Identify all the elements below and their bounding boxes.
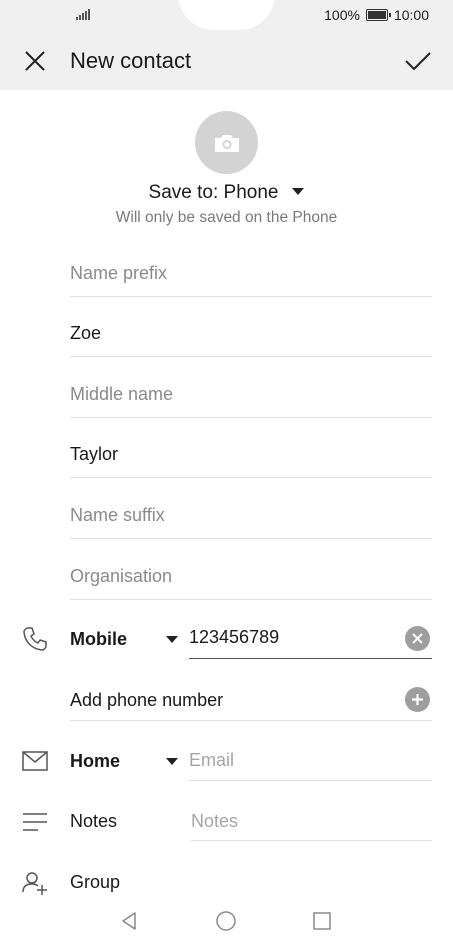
phone-type-caret-icon[interactable] — [166, 636, 178, 643]
nav-back-button[interactable] — [116, 908, 142, 934]
phone-type-selector[interactable]: Mobile — [70, 629, 127, 650]
notes-placeholder: Notes — [191, 811, 239, 831]
add-phone-number-row[interactable]: Add phone number — [70, 680, 432, 721]
status-time: 10:00 — [393, 7, 429, 23]
check-icon — [405, 52, 431, 71]
notes-icon — [20, 807, 50, 837]
nav-home-button[interactable] — [213, 908, 239, 934]
name-suffix-field[interactable]: Name suffix — [70, 494, 432, 539]
name-prefix-placeholder: Name prefix — [70, 263, 168, 283]
camera-notch — [178, 0, 275, 30]
last-name-value: Taylor — [70, 444, 119, 464]
app-header: New contact — [0, 32, 453, 90]
home-circle-icon — [216, 911, 236, 931]
middle-name-placeholder: Middle name — [70, 384, 174, 404]
notes-label: Notes — [70, 811, 118, 831]
signal-icon — [76, 9, 90, 20]
back-triangle-icon — [122, 912, 136, 930]
organisation-field[interactable]: Organisation — [70, 555, 432, 600]
status-bar: 100% 10:00 — [0, 0, 453, 32]
battery-percent: 100% — [324, 7, 360, 23]
add-phone-number-label: Add phone number — [70, 690, 224, 710]
email-type-selector[interactable]: Home — [70, 751, 120, 772]
phone-icon — [20, 624, 50, 654]
status-right: 100% 10:00 — [324, 7, 429, 23]
phone-number-input[interactable]: 123456789 — [189, 620, 432, 659]
system-nav-bar — [0, 900, 453, 942]
dropdown-caret-icon — [292, 188, 305, 195]
save-to-note: Will only be saved on the Phone — [115, 209, 338, 226]
save-to-label: Save to: Phone — [148, 182, 279, 203]
phone-number-value: 123456789 — [189, 627, 280, 647]
group-icon — [20, 868, 50, 898]
nav-recents-button[interactable] — [309, 908, 335, 934]
recents-square-icon — [313, 912, 331, 930]
organisation-placeholder: Organisation — [70, 566, 173, 586]
clear-icon — [412, 633, 423, 644]
camera-icon — [214, 134, 239, 152]
add-photo-button[interactable] — [195, 111, 258, 174]
middle-name-field[interactable]: Middle name — [70, 373, 432, 418]
close-button[interactable] — [20, 46, 50, 76]
email-placeholder: Email — [189, 750, 235, 770]
first-name-field[interactable]: Zoe — [70, 312, 432, 357]
save-button[interactable] — [403, 46, 433, 76]
page-title: New contact — [70, 48, 192, 73]
clear-phone-button[interactable] — [405, 626, 430, 651]
email-icon — [20, 746, 50, 776]
notes-input[interactable]: Notes — [191, 802, 432, 841]
name-suffix-placeholder: Name suffix — [70, 505, 165, 525]
group-row[interactable]: Group — [70, 872, 120, 893]
email-input[interactable]: Email — [189, 742, 432, 781]
close-icon — [25, 51, 45, 71]
plus-icon — [412, 694, 423, 705]
email-type-caret-icon[interactable] — [166, 758, 178, 765]
save-to-selector[interactable]: Save to: Phone — [0, 182, 453, 204]
add-phone-button[interactable] — [405, 687, 430, 712]
first-name-value: Zoe — [70, 323, 102, 343]
name-prefix-field[interactable]: Name prefix — [70, 252, 432, 297]
battery-icon — [365, 9, 391, 21]
last-name-field[interactable]: Taylor — [70, 433, 432, 478]
